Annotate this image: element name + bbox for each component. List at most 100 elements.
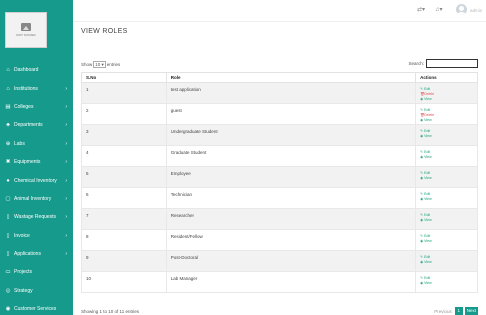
chevron-right-icon: ›	[65, 140, 67, 147]
cell-actions: ✎Edit ◉View	[415, 166, 478, 188]
chevron-right-icon: ›	[65, 122, 67, 129]
sidebar-item-invoice[interactable]: ▯ Invoice ›	[0, 227, 73, 245]
user-menu-label[interactable]: admin	[470, 8, 482, 13]
view-button[interactable]: ◉View	[420, 197, 477, 202]
table-row: 10 Lab Manager ✎Edit ◉View	[81, 271, 478, 293]
view-button[interactable]: ◉View	[420, 118, 477, 123]
view-button[interactable]: ◉View	[420, 281, 477, 286]
cell-sno: 5	[81, 166, 167, 188]
sidebar-item-wastage-requests[interactable]: ▯ Wastage Requests ›	[0, 208, 73, 226]
logo[interactable]: NOT FOUND	[5, 12, 47, 48]
sidebar-item-label: Chemical Inventory	[14, 177, 57, 184]
avatar[interactable]	[456, 4, 467, 15]
cell-sno: 4	[81, 145, 167, 167]
search-input[interactable]	[426, 59, 478, 68]
file-icon: ▯	[6, 251, 10, 258]
bell-icon[interactable]: ♫▾	[435, 6, 443, 13]
sidebar-item-dashboard[interactable]: ⌂ Dashboard	[0, 61, 73, 79]
sidebar-item-label: Strategy	[14, 287, 33, 294]
pagination: Previous 1 Next	[434, 307, 478, 315]
chevron-right-icon: ›	[65, 251, 67, 258]
column-header-role[interactable]: Role	[165, 72, 417, 83]
sidebar-item-label: Equipments	[14, 159, 41, 166]
sidebar-item-label: Departments	[14, 122, 43, 129]
cell-actions: ✎Edit ◉View	[415, 145, 478, 167]
sidebar-item-customer-services[interactable]: ◉ Customer Services	[0, 300, 73, 315]
sidebar-item-labs[interactable]: ⊕ Labs ›	[0, 135, 73, 153]
support-icon: ◉	[5, 306, 11, 313]
sidebar-item-institutions[interactable]: ⌂ Institutions ›	[0, 79, 73, 97]
building-icon: ▤	[5, 103, 11, 110]
action-label: Edit	[424, 87, 431, 91]
chevron-right-icon: ›	[65, 159, 67, 166]
cell-role: Researcher	[165, 208, 417, 230]
table-row: 4 Graduate Student ✎Edit ◉View	[81, 145, 478, 167]
sidebar-item-label: Animal Inventory	[14, 195, 52, 202]
cell-actions: ✎Edit ◉View	[415, 271, 478, 293]
language-icon[interactable]: ⇄▾	[417, 6, 425, 13]
sidebar-item-label: Applications	[14, 251, 41, 258]
view-button[interactable]: ◉View	[420, 239, 477, 244]
cell-actions: ✎Edit 🗑Delete ◉View	[415, 103, 478, 125]
entries-label: entries	[106, 62, 121, 67]
cell-sno: 8	[81, 229, 167, 251]
cell-sno: 3	[81, 124, 167, 146]
view-button[interactable]: ◉View	[420, 218, 477, 223]
cell-role: Resident/Fellow	[165, 229, 417, 251]
main-content: VIEW ROLES Show 10 ▾ entries Search: S.N…	[73, 22, 486, 315]
entries-select[interactable]: 10 ▾	[93, 61, 106, 68]
cell-sno: 7	[81, 208, 167, 230]
cell-sno: 2	[81, 103, 167, 125]
table-row: 8 Resident/Fellow ✎Edit ◉View	[81, 229, 478, 251]
page-1-button[interactable]: 1	[454, 307, 463, 315]
sidebar-item-label: Customer Services	[14, 306, 57, 313]
action-label: View	[424, 155, 432, 159]
action-label: Edit	[424, 129, 431, 133]
cell-role: test application	[165, 82, 417, 104]
sidebar-item-applications[interactable]: ▯ Applications ›	[0, 245, 73, 263]
column-header-sno[interactable]: S.No	[81, 72, 167, 83]
sidebar-item-strategy[interactable]: ◎ Strategy	[0, 282, 73, 300]
sidebar-item-projects[interactable]: ▭ Projects	[0, 263, 73, 281]
sidebar-item-chemical-inventory[interactable]: ● Chemical Inventory ›	[0, 171, 73, 189]
view-button[interactable]: ◉View	[420, 260, 477, 265]
sidebar-item-colleges[interactable]: ▤ Colleges ›	[0, 98, 73, 116]
logo-text: NOT FOUND	[16, 33, 36, 37]
action-label: View	[424, 260, 432, 264]
view-button[interactable]: ◉View	[420, 97, 477, 102]
clipboard-icon: ▢	[5, 195, 11, 202]
table-row: 1 test application ✎Edit 🗑Delete ◉View	[81, 82, 478, 104]
cell-actions: ✎Edit ◉View	[415, 124, 478, 146]
folder-icon: ▭	[5, 269, 11, 276]
cell-actions: ✎Edit ◉View	[415, 250, 478, 272]
action-label: View	[424, 197, 432, 201]
sitemap-icon: ♣	[6, 122, 10, 129]
chevron-right-icon: ›	[65, 85, 67, 92]
sidebar-item-label: Institutions	[14, 85, 38, 92]
cell-role: Lab Manager	[165, 271, 417, 293]
view-button[interactable]: ◉View	[420, 155, 477, 160]
sidebar: NOT FOUND ⌂ Dashboard ⌂ Institutions › ▤ Colle…	[0, 0, 73, 315]
view-button[interactable]: ◉View	[420, 134, 477, 139]
cell-sno: 10	[81, 271, 167, 293]
action-label: View	[424, 239, 432, 243]
sidebar-item-label: Projects	[14, 269, 33, 276]
previous-page-button[interactable]: Previous	[434, 309, 452, 314]
action-label: Delete	[424, 92, 435, 96]
sidebar-item-departments[interactable]: ♣ Departments ›	[0, 116, 73, 134]
cell-role: Undergraduate Student	[165, 124, 417, 146]
cell-role: guest	[165, 103, 417, 125]
sidebar-item-equipments[interactable]: ✖ Equipments ›	[0, 153, 73, 171]
table-row: 5 Employee ✎Edit ◉View	[81, 166, 478, 188]
cell-role: Graduate Student	[165, 145, 417, 167]
action-label: Delete	[424, 113, 435, 117]
sidebar-item-animal-inventory[interactable]: ▢ Animal Inventory ›	[0, 190, 73, 208]
sidebar-nav: ⌂ Dashboard ⌂ Institutions › ▤ Colleges › ♣ Depar…	[0, 61, 73, 315]
view-button[interactable]: ◉View	[420, 176, 477, 181]
target-icon: ◎	[5, 287, 11, 294]
sidebar-item-label: Invoice	[14, 232, 30, 239]
next-page-button[interactable]: Next	[464, 307, 478, 315]
cell-actions: ✎Edit ◉View	[415, 229, 478, 251]
cell-role: Employee	[165, 166, 417, 188]
chevron-right-icon: ›	[65, 103, 67, 110]
